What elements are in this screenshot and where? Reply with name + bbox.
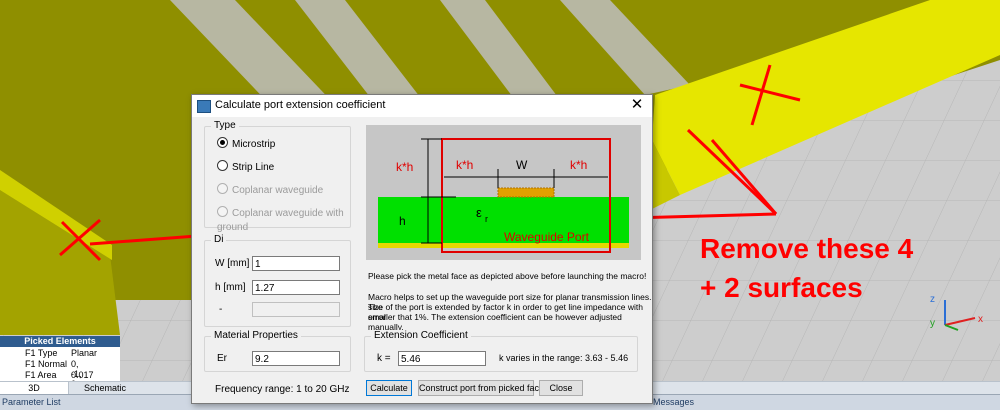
label-kh-top-left: k*h	[456, 158, 473, 172]
axis-z-label: z	[930, 294, 935, 305]
frequency-range: Frequency range: 1 to 20 GHz	[215, 384, 350, 395]
close-button[interactable]: Close	[539, 380, 583, 396]
picked-elements-panel: Picked Elements F1 Type Planar F1 Normal 0…	[0, 336, 120, 389]
picked-row: F1 Normal0, -1, 0	[25, 359, 82, 389]
label-h: h	[399, 214, 406, 228]
radio-dot	[217, 183, 228, 194]
dialog-title: Calculate port extension coefficient	[215, 99, 386, 111]
annotation-line-1: Remove these 4	[700, 233, 914, 264]
h-label: h [mm]	[215, 282, 246, 293]
radio-dot	[217, 206, 228, 217]
third-dim-input[interactable]	[252, 302, 340, 317]
k-range-text: k varies in the range: 3.63 - 5.46	[499, 353, 629, 363]
third-dim-label: -	[219, 304, 223, 315]
construct-port-button[interactable]: Construct port from picked face	[418, 380, 544, 396]
instruction-text: Please pick the metal face as depicted a…	[368, 271, 647, 281]
port-extension-dialog: Calculate port extension coefficient ✕ T…	[191, 94, 653, 404]
k-input[interactable]: 5.46	[398, 351, 486, 366]
tab-schematic[interactable]: Schematic	[69, 382, 141, 394]
label-kh-top-right: k*h	[570, 158, 587, 172]
label-er: ε	[476, 205, 482, 220]
radio-dot	[217, 137, 228, 148]
er-label: Er	[217, 353, 227, 364]
k-label: k =	[377, 353, 391, 364]
microstrip-trace	[497, 187, 555, 198]
radio-dot	[217, 160, 228, 171]
description-line: smaller that 1%. The extension coefficie…	[368, 312, 622, 332]
w-input[interactable]: 1	[252, 256, 340, 271]
picked-row: F1 Type Planar	[25, 348, 98, 358]
picked-row: F1 Area 0.017	[25, 370, 94, 380]
extension-group-title: Extension Coefficient	[371, 330, 471, 341]
axis-y-label: y	[930, 318, 935, 329]
extension-group: Extension Coefficient k = 5.46 k varies …	[364, 330, 638, 372]
microstrip-diagram: k*h k*h W k*h ε r h Waveguide Port	[366, 125, 641, 260]
messages-label[interactable]: Messages	[653, 397, 694, 407]
material-group-title: Material Properties	[211, 330, 301, 341]
dialog-titlebar[interactable]: Calculate port extension coefficient ✕	[192, 95, 652, 117]
label-waveguide-port: Waveguide Port	[504, 230, 590, 244]
calculate-button[interactable]: Calculate	[366, 380, 412, 396]
annotation-line-2: + 2 surfaces	[700, 272, 863, 303]
app-icon	[197, 100, 211, 113]
dimensions-group: Di W [mm] 1 h [mm] 1.27 -	[204, 234, 351, 327]
type-group-title: Type	[211, 120, 239, 131]
radio-strip-line[interactable]: Strip Line	[217, 160, 274, 174]
er-input[interactable]: 9.2	[252, 351, 340, 366]
dimensions-group-title: Di	[211, 234, 227, 245]
label-kh-left: k*h	[396, 160, 413, 174]
radio-coplanar-waveguide-ground[interactable]: Coplanar waveguide with ground	[217, 206, 350, 233]
h-input[interactable]: 1.27	[252, 280, 340, 295]
material-group: Material Properties Er 9.2	[204, 330, 351, 372]
label-er-sub: r	[485, 214, 488, 224]
type-group: Type Microstrip Strip Line Coplanar wave…	[204, 120, 351, 233]
tab-3d[interactable]: 3D	[0, 382, 69, 394]
picked-elements-title: Picked Elements	[0, 336, 120, 347]
label-w: W	[516, 158, 528, 172]
parameter-list-label[interactable]: Parameter List	[2, 397, 61, 407]
close-icon[interactable]: ✕	[628, 96, 646, 114]
radio-coplanar-waveguide[interactable]: Coplanar waveguide	[217, 183, 323, 197]
axis-x-label: x	[978, 314, 983, 325]
radio-microstrip[interactable]: Microstrip	[217, 137, 275, 151]
w-label: W [mm]	[215, 258, 250, 269]
